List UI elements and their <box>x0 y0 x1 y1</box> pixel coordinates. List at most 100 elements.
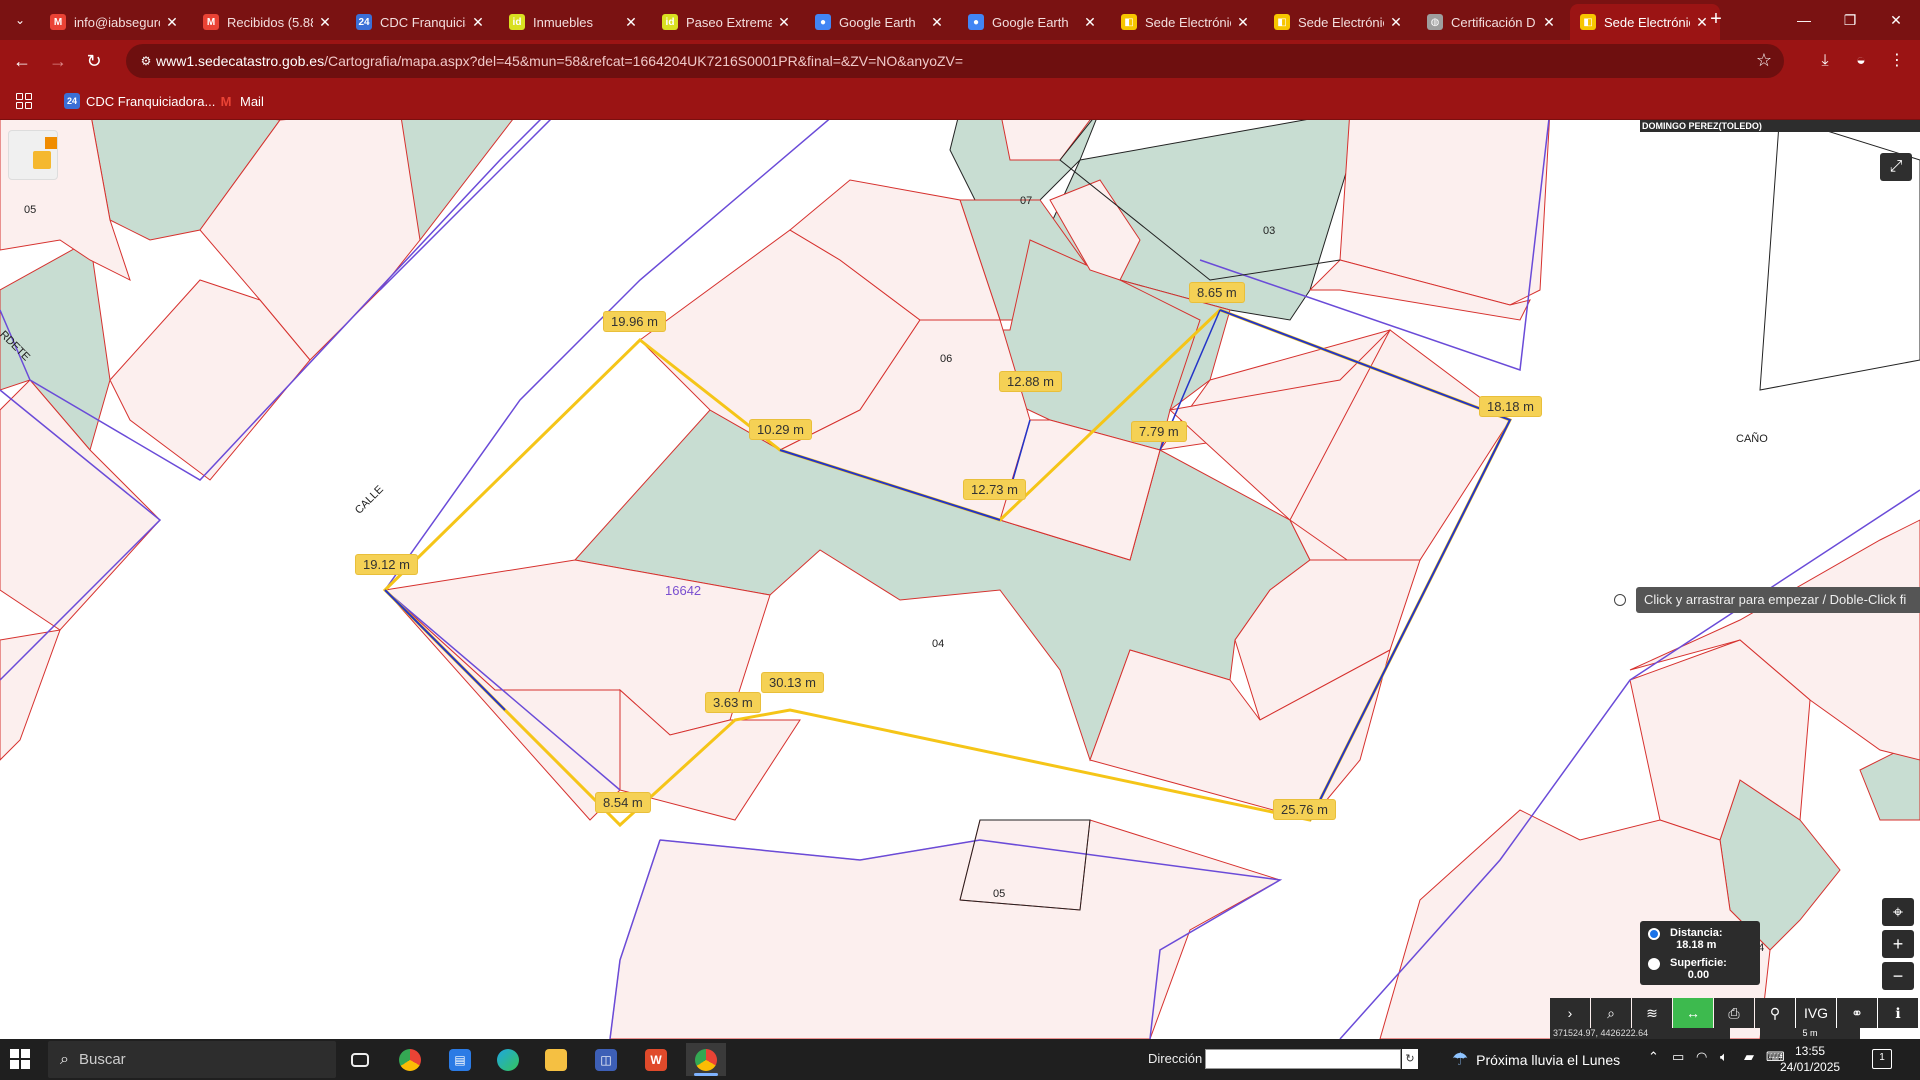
map-canvas[interactable] <box>0 120 1920 1039</box>
wifi-icon[interactable]: ◠ <box>1696 1049 1707 1065</box>
tab-5[interactable]: ● Google Earth ✕ <box>805 4 955 40</box>
close-tab-icon[interactable]: ✕ <box>776 14 792 31</box>
zoom-out-button[interactable]: − <box>1882 962 1914 990</box>
cadastral-map[interactable]: DOMINGO PEREZ(TOLEDO) ⤢ 05 07 03 06 04 0… <box>0 120 1920 1039</box>
tab-7[interactable]: ◧ Sede Electrónica✕ <box>1111 4 1261 40</box>
forward-button[interactable]: → <box>46 49 70 73</box>
search-icon: ⌕ <box>60 1050 69 1068</box>
address-toolbar-input[interactable] <box>1205 1049 1401 1069</box>
tab-8[interactable]: ◧ Sede Electrónica✕ <box>1264 4 1414 40</box>
tab-4[interactable]: id Paseo Extremadura✕ <box>652 4 802 40</box>
close-tab-icon[interactable]: ✕ <box>929 14 945 31</box>
gmail-icon: M <box>50 14 66 30</box>
weather-text: Próxima lluvia el Lunes <box>1476 1051 1621 1068</box>
windows-start-icon[interactable] <box>10 1049 30 1069</box>
zoom-in-button[interactable]: + <box>1882 930 1914 958</box>
ivg-icon[interactable]: IVG <box>1796 998 1836 1028</box>
measurement-label: 12.73 m <box>964 480 1025 499</box>
menu-icon[interactable]: ⋮ <box>1885 49 1909 73</box>
measure-icon[interactable]: ↔ <box>1673 998 1713 1028</box>
close-tab-icon[interactable]: ✕ <box>623 14 639 31</box>
bookmark-mail[interactable]: M Mail <box>218 91 264 111</box>
close-tab-icon[interactable]: ✕ <box>1541 14 1557 31</box>
catastro-icon: ◧ <box>1274 14 1290 30</box>
close-tab-icon[interactable]: ✕ <box>317 14 333 31</box>
cdc-icon: 24 <box>356 14 372 30</box>
meet-icon[interactable]: ▭ <box>1672 1049 1684 1065</box>
area-value: 0.00 <box>1687 969 1710 981</box>
tab-strip: ⌄ Minfo@iabseguros✕MRecibidos (5.880)✕24… <box>0 0 1920 40</box>
distance-label: Distancia: <box>1670 927 1723 939</box>
restore-icon[interactable]: ❐ <box>1826 0 1874 40</box>
print-icon[interactable]: ⎙ <box>1714 998 1754 1028</box>
bookmarks-bar: 24 CDC Franquiciadora... M Mail <box>0 82 1920 120</box>
area-option[interactable]: Superficie: 0.00 <box>1648 957 1727 981</box>
clock[interactable]: 13:55 24/01/2025 <box>1780 1043 1840 1075</box>
new-tab-button[interactable]: + <box>1704 8 1728 32</box>
download-icon[interactable]: ⤓ <box>1813 49 1837 73</box>
site-info-icon[interactable]: ⚙ <box>138 53 154 69</box>
tab-title: info@iabseguros <box>74 14 160 30</box>
tab-title: Paseo Extremadura <box>686 14 772 30</box>
measurement-label: 8.54 m <box>596 793 650 812</box>
notifications-icon[interactable]: 1 <box>1872 1049 1892 1069</box>
tab-0[interactable]: Minfo@iabseguros✕ <box>40 4 190 40</box>
google-earth-icon: ● <box>968 14 984 30</box>
apps-icon[interactable] <box>16 93 32 109</box>
file-explorer-icon[interactable] <box>536 1043 576 1076</box>
close-tab-icon[interactable]: ✕ <box>470 14 486 31</box>
minimize-icon[interactable]: — <box>1780 0 1828 40</box>
catastro-logo[interactable] <box>8 130 58 180</box>
bike-icon[interactable]: ⚭ <box>1837 998 1877 1028</box>
tab-6[interactable]: ● Google Earth ✕ <box>958 4 1108 40</box>
weather-widget[interactable]: ☂ Próxima lluvia el Lunes <box>1452 1049 1620 1070</box>
tab-title: CDC Franquiciadora <box>380 14 466 30</box>
parcel-id-label: 03 <box>1263 225 1276 237</box>
bookmark-cdc[interactable]: 24 CDC Franquiciadora... <box>64 91 215 111</box>
edge-icon[interactable] <box>488 1043 528 1076</box>
address-toolbar-label: Dirección <box>1148 1051 1203 1066</box>
app-icon[interactable]: ◫ <box>586 1043 626 1076</box>
close-tab-icon[interactable]: ✕ <box>1388 14 1404 31</box>
parcel-number-label: 16642 <box>665 583 702 598</box>
tab-2[interactable]: 24 CDC Franquiciadora✕ <box>346 4 496 40</box>
battery-icon[interactable]: ▰ <box>1744 1049 1754 1065</box>
task-view-icon[interactable] <box>340 1043 380 1076</box>
area-radio[interactable] <box>1648 958 1660 970</box>
info-icon[interactable]: ℹ <box>1878 998 1918 1028</box>
measurement-label: 12.88 m <box>1000 372 1061 391</box>
tab-10[interactable]: ◧Sede Electrónica✕ <box>1570 4 1720 40</box>
search-icon[interactable]: ⌕ <box>1591 998 1631 1028</box>
close-tab-icon[interactable]: ✕ <box>164 14 180 31</box>
address-bar[interactable]: ⚙ www1.sedecatastro.gob.es/Cartografia/m… <box>126 44 1784 78</box>
distance-option[interactable]: Distancia: 18.18 m <box>1648 927 1723 951</box>
measurement-label: 3.63 m <box>706 693 760 712</box>
distance-radio[interactable] <box>1648 928 1660 940</box>
volume-icon[interactable]: 🔈︎ <box>1720 1049 1728 1065</box>
reload-button[interactable]: ↻ <box>82 49 106 73</box>
measurement-label: 25.76 m <box>1274 800 1335 819</box>
locate-icon[interactable]: ⌖ <box>1882 898 1914 926</box>
bookmark-star-icon[interactable]: ☆ <box>1756 50 1772 71</box>
globe-icon: ◍ <box>1427 14 1443 30</box>
tab-3[interactable]: id Inmuebles ✕ <box>499 4 649 40</box>
next-icon[interactable]: › <box>1550 998 1590 1028</box>
store-icon[interactable]: ▤ <box>440 1043 480 1076</box>
tab-9[interactable]: ◍ Certificación D ✕ <box>1417 4 1567 40</box>
fullscreen-icon[interactable]: ⤢ <box>1880 153 1912 181</box>
taskbar-search[interactable]: ⌕ Buscar <box>48 1041 336 1078</box>
chrome-icon[interactable] <box>390 1043 430 1076</box>
profile-icon[interactable]: ◒ <box>1849 49 1873 73</box>
chevron-up-icon[interactable]: ⌃ <box>1648 1049 1659 1065</box>
layers-icon[interactable]: ≋ <box>1632 998 1672 1028</box>
close-tab-icon[interactable]: ✕ <box>1235 14 1251 31</box>
wps-icon[interactable]: W <box>636 1043 676 1076</box>
chrome-active-icon[interactable] <box>686 1043 726 1076</box>
tab-1[interactable]: M Recibidos (5.880)✕ <box>193 4 343 40</box>
close-tab-icon[interactable]: ✕ <box>1082 14 1098 31</box>
streetview-icon[interactable]: ⚲ <box>1755 998 1795 1028</box>
close-window-icon[interactable]: ✕ <box>1872 0 1920 40</box>
address-go-icon[interactable]: ↻ <box>1402 1049 1418 1069</box>
back-button[interactable]: ← <box>10 49 34 73</box>
tab-search-button[interactable]: ⌄ <box>8 8 32 32</box>
